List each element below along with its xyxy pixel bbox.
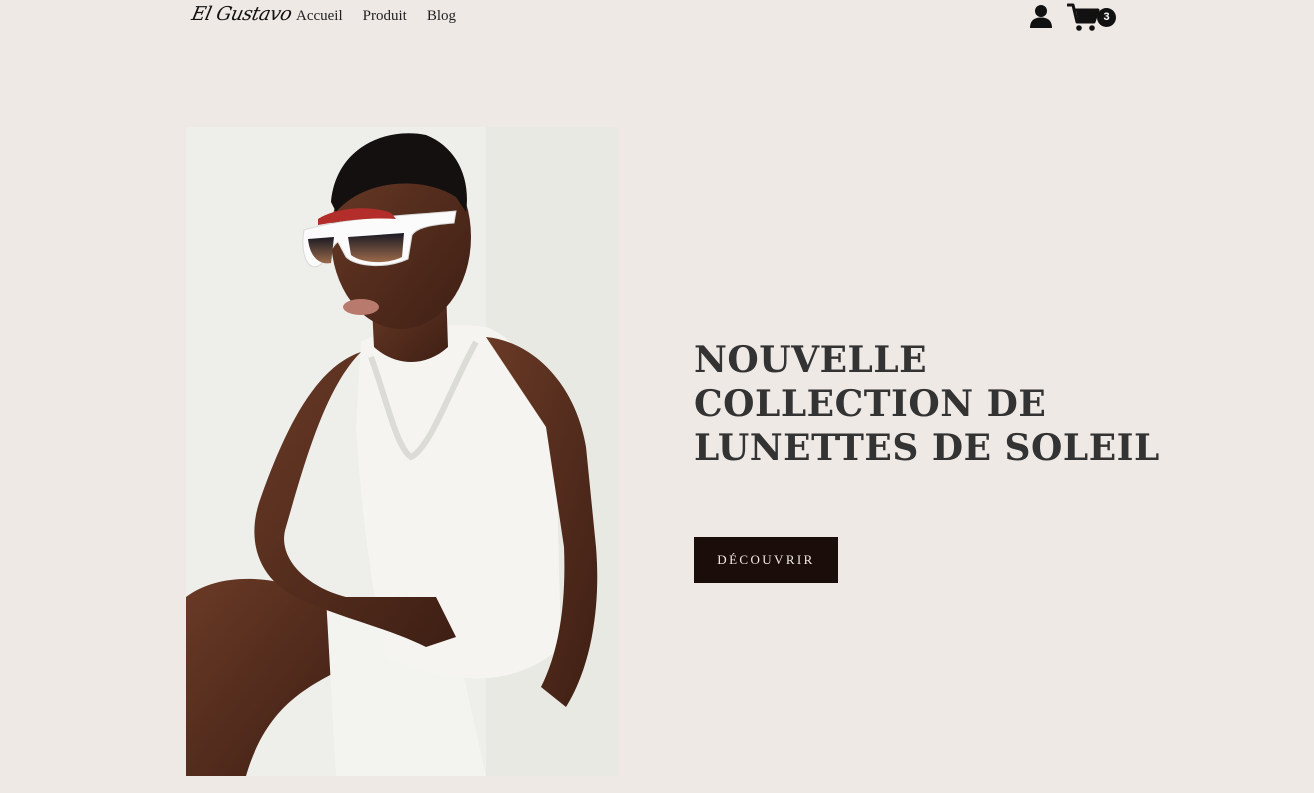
nav-link-produit[interactable]: Produit [363, 8, 407, 25]
hero-title: NOUVELLE COLLECTION DE LUNETTES DE SOLEI… [694, 338, 1164, 470]
cart-count-badge: 3 [1097, 8, 1116, 27]
brand-logo[interactable]: El Gustavo [190, 3, 294, 25]
user-icon[interactable] [1029, 3, 1055, 29]
hero-image [186, 127, 618, 776]
nav-link-blog[interactable]: Blog [427, 8, 456, 25]
hero-title-line-1: NOUVELLE [694, 339, 928, 381]
cart-button[interactable]: 3 [1067, 2, 1117, 34]
model-photo [186, 127, 618, 776]
hero-title-line-3: LUNETTES DE SOLEIL [694, 427, 1160, 469]
hero-title-line-2: COLLECTION DE [694, 383, 1047, 425]
discover-button[interactable]: DÉCOUVRIR [694, 537, 838, 583]
nav-link-accueil[interactable]: Accueil [296, 8, 343, 25]
main-menu: Accueil Produit Blog [296, 8, 456, 25]
top-navigation: El Gustavo Accueil Produit Blog 3 [0, 0, 1314, 34]
